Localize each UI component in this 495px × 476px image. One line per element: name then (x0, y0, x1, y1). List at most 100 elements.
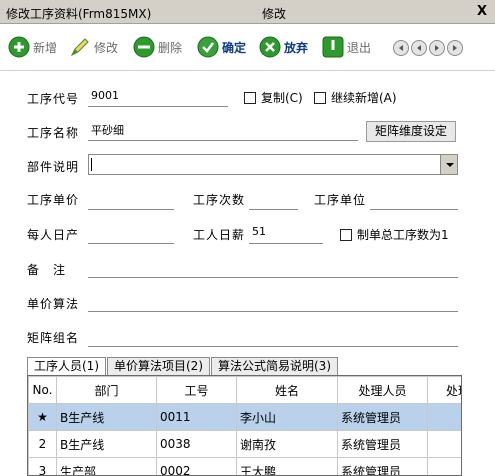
total-count-checkbox[interactable]: 制单总工序数为1 (340, 226, 449, 243)
cell-handler[interactable]: 系统管理员 (337, 403, 428, 431)
col-header-dept[interactable]: 部门 (56, 376, 157, 404)
tab-strip: 工序人员(1) 单价算法项目(2) 算法公式简易说明(3) (27, 357, 339, 376)
cell-date[interactable]: 2011 (427, 457, 461, 475)
edit-button[interactable]: 修改 (69, 34, 118, 60)
exit-button[interactable]: 退出 (322, 34, 371, 60)
times-field[interactable] (249, 209, 298, 210)
add-button[interactable]: 新增 (8, 34, 57, 60)
part-dropdown[interactable] (88, 154, 458, 175)
continue-add-checkbox-box[interactable] (314, 91, 326, 104)
cell-date-line1: 201 (431, 405, 461, 415)
row-indicator: ★ (28, 403, 57, 431)
pencil-icon (70, 38, 89, 57)
unit-label: 工序单位 (314, 193, 367, 207)
code-label: 工序代号 (27, 92, 80, 106)
cell-id[interactable]: 0002 (156, 457, 237, 475)
cell-date-line2: 1 (431, 441, 461, 451)
daily-wage-field[interactable]: 51 (252, 225, 266, 238)
exit-label: 退出 (347, 40, 372, 55)
copy-checkbox-box[interactable] (244, 91, 256, 104)
calc-field[interactable] (88, 311, 458, 312)
cell-date-line2: 1 (431, 468, 461, 475)
table-row[interactable]: ★ B生产线 0011 李小山 系统管理员 2011 (28, 403, 461, 431)
col-header-name[interactable]: 姓名 (236, 376, 338, 404)
col-header-no[interactable]: No. (28, 376, 57, 404)
delete-button[interactable]: 删除 (133, 34, 182, 60)
table-row[interactable]: 2 B生产线 0038 谢南孜 系统管理员 2011 (28, 430, 461, 458)
title-bar: 修改工序资料(Frm815MX) 修改 X (0, 0, 495, 24)
cell-id[interactable]: 0011 (156, 403, 237, 431)
daily-wage-label: 工人日薪 (193, 228, 246, 242)
cell-handler[interactable]: 系统管理员 (337, 430, 428, 458)
continue-add-checkbox-label: 继续新增(A) (331, 91, 397, 105)
cell-dept[interactable]: 生产部 (56, 457, 157, 475)
code-field[interactable]: 9001 (91, 89, 119, 102)
calc-label: 单价算法 (27, 297, 80, 311)
check-circle-icon (197, 36, 219, 58)
times-label: 工序次数 (193, 193, 246, 207)
row-number: 2 (28, 430, 57, 458)
cell-name[interactable]: 王大鹏 (236, 457, 338, 475)
add-label: 新增 (33, 40, 58, 55)
previous-record-icon[interactable] (411, 40, 427, 56)
toolbar: 新增 修改 删除 确定 放弃 退出 (0, 25, 495, 71)
power-icon (322, 36, 344, 58)
cell-date-line1: 201 (431, 459, 461, 469)
col-header-id[interactable]: 工号 (156, 376, 237, 404)
edit-label: 修改 (94, 40, 119, 55)
daily-wage-underline (249, 243, 323, 244)
cell-date-line1: 201 (431, 432, 461, 442)
matrix-group-field[interactable] (88, 346, 458, 347)
table-row[interactable]: 3 生产部 0002 王大鹏 系统管理员 2011 (28, 457, 461, 475)
minus-circle-icon (133, 36, 155, 58)
name-underline (88, 140, 358, 141)
confirm-button[interactable]: 确定 (197, 34, 246, 60)
matrix-dimension-button[interactable]: 矩阵维度设定 (366, 121, 456, 142)
daily-output-field[interactable] (88, 243, 174, 244)
tab-workers[interactable]: 工序人员(1) (27, 357, 106, 376)
next-record-icon[interactable] (429, 40, 445, 56)
last-record-icon[interactable] (447, 40, 463, 56)
cell-handler[interactable]: 系统管理员 (337, 457, 428, 475)
chevron-down-icon[interactable] (440, 155, 457, 174)
cell-dept[interactable]: B生产线 (56, 430, 157, 458)
unit-field[interactable] (370, 209, 458, 210)
tab-price-items[interactable]: 单价算法项目(2) (107, 357, 210, 375)
tab-formula-help[interactable]: 算法公式简易说明(3) (211, 357, 338, 375)
remark-field[interactable] (88, 277, 458, 278)
delete-label: 删除 (158, 40, 183, 55)
name-field[interactable]: 平砂细 (91, 122, 124, 138)
cell-id[interactable]: 0038 (156, 430, 237, 458)
cell-dept[interactable]: B生产线 (56, 403, 157, 431)
row-number: 3 (28, 457, 57, 475)
workers-grid: No. 部门 工号 姓名 处理人员 处理 ★ B生产线 0011 李小山 系统管… (27, 375, 462, 476)
continue-add-checkbox[interactable]: 继续新增(A) (314, 89, 397, 106)
copy-checkbox[interactable]: 复制(C) (244, 89, 303, 106)
total-count-checkbox-label: 制单总工序数为1 (357, 228, 449, 242)
copy-checkbox-label: 复制(C) (261, 91, 303, 105)
close-button[interactable]: X (477, 4, 487, 19)
matrix-group-label: 矩阵组名 (27, 331, 80, 345)
cell-name[interactable]: 谢南孜 (236, 430, 338, 458)
cell-date[interactable]: 2011 (427, 403, 461, 431)
daily-output-label: 每人日产 (27, 228, 80, 242)
cell-date-line2: 1 (431, 414, 461, 424)
record-navigation (393, 40, 463, 56)
plus-circle-icon (8, 36, 30, 58)
col-header-processed[interactable]: 处理 (427, 376, 461, 404)
total-count-checkbox-box[interactable] (340, 228, 352, 241)
unit-price-label: 工序单价 (27, 193, 80, 207)
code-underline (88, 106, 228, 107)
remark-label: 备 注 (27, 263, 67, 277)
x-circle-icon (259, 36, 281, 58)
cancel-button[interactable]: 放弃 (259, 34, 308, 60)
unit-price-field[interactable] (88, 209, 174, 210)
window-mode: 修改 (262, 7, 287, 21)
first-record-icon[interactable] (393, 40, 409, 56)
cell-name[interactable]: 李小山 (236, 403, 338, 431)
confirm-label: 确定 (222, 40, 247, 55)
cell-date[interactable]: 2011 (427, 430, 461, 458)
part-label: 部件说明 (27, 160, 80, 174)
grid-header-row: No. 部门 工号 姓名 处理人员 处理 (28, 376, 461, 404)
col-header-handler[interactable]: 处理人员 (337, 376, 428, 404)
